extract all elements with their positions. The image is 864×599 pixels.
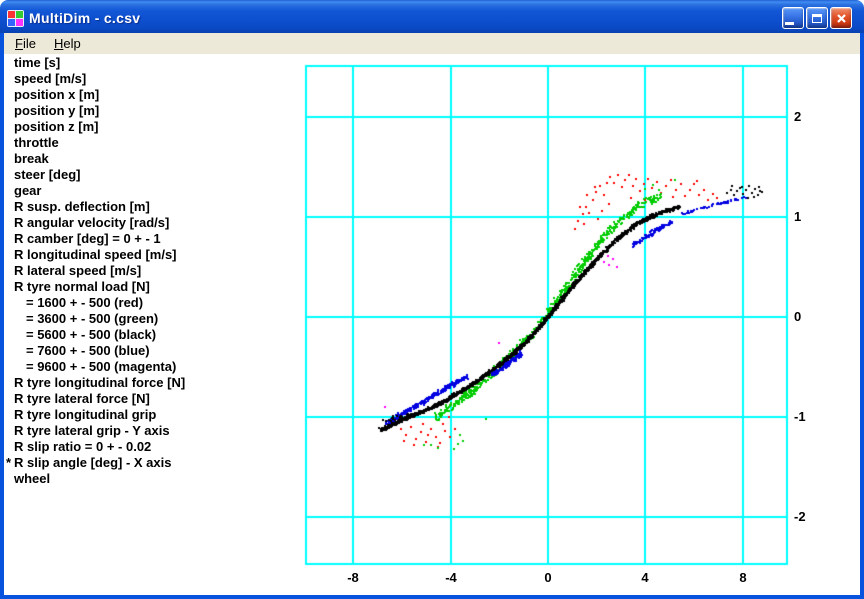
channel-item-label: = 5600 + - 500 (black) [26,327,157,342]
channel-item[interactable]: wheel [14,471,185,487]
channel-item[interactable]: R susp. deflection [m] [14,199,185,215]
channel-item-label: R tyre longitudinal force [N] [14,375,186,390]
window-controls [782,7,852,29]
channel-item-label: position x [m] [14,87,100,102]
channel-item[interactable]: = 5600 + - 500 (black) [14,327,185,343]
channel-item-label: time [s] [14,55,61,70]
minimize-button[interactable] [782,7,804,29]
y-tick-label: -1 [794,409,806,424]
channel-item[interactable]: R angular velocity [rad/s] [14,215,185,231]
title-bar[interactable]: MultiDim - c.csv [0,0,864,33]
x-tick-label: -8 [347,570,359,585]
channel-item[interactable]: = 7600 + - 500 (blue) [14,343,185,359]
minimize-icon [785,22,794,25]
channel-item-label: R tyre longitudinal grip [14,407,157,422]
y-tick-label: 0 [794,309,802,324]
menu-file[interactable]: File [6,34,45,54]
window-border-right [860,33,864,595]
channel-item-label: position z [m] [14,119,99,134]
app-window: MultiDim - c.csv File Help time [s] speed … [0,0,864,599]
channel-item[interactable]: position z [m] [14,119,185,135]
channel-item[interactable]: * R slip angle [deg] - X axis [6,455,185,471]
channel-item[interactable]: steer [deg] [14,167,185,183]
channel-item-label: = 3600 + - 500 (green) [26,311,159,326]
channel-item-label: throttle [14,135,59,150]
y-tick-label: 1 [794,209,802,224]
channel-item[interactable]: R tyre lateral grip - Y axis [14,423,185,439]
x-tick-label: -4 [445,570,457,585]
channel-item[interactable]: = 1600 + - 500 (red) [14,295,185,311]
channel-item[interactable]: = 3600 + - 500 (green) [14,311,185,327]
channel-item-label: R angular velocity [rad/s] [14,215,170,230]
menubar: File Help [4,33,860,54]
channel-item[interactable]: R camber [deg] = 0 + - 1 [14,231,185,247]
channel-item-label: = 1600 + - 500 (red) [26,295,144,310]
client-area: time [s] speed [m/s] position x [m] positio… [4,54,860,595]
x-tick-label: 0 [544,570,552,585]
channel-item-label: break [14,151,49,166]
channel-item[interactable]: R tyre lateral force [N] [14,391,185,407]
selected-x-axis-marker: * [6,455,12,470]
channel-item[interactable]: R tyre longitudinal force [N] [14,375,185,391]
channel-item-label: wheel [14,471,51,486]
channel-list: time [s] speed [m/s] position x [m] positio… [6,55,185,487]
channel-item[interactable]: R slip ratio = 0 + - 0.02 [14,439,185,455]
channel-item-label: steer [deg] [14,167,81,182]
channel-item[interactable]: R lateral speed [m/s] [14,263,185,279]
channel-item-label: gear [14,183,42,198]
window-border-bottom [0,595,864,599]
channel-item-label: R tyre normal load [N] [14,279,150,294]
channel-item-label: = 9600 + - 500 (magenta) [26,359,177,374]
channel-item[interactable]: = 9600 + - 500 (magenta) [14,359,185,375]
app-icon[interactable] [7,9,24,27]
channel-item[interactable]: position x [m] [14,87,185,103]
channel-item-label: speed [m/s] [14,71,87,86]
close-button[interactable] [830,7,852,29]
y-tick-label: 2 [794,109,802,124]
channel-item-label: position y [m] [14,103,100,118]
channel-item[interactable]: position y [m] [14,103,185,119]
x-tick-label: 4 [641,570,649,585]
channel-item[interactable]: R tyre normal load [N] [14,279,185,295]
channel-item[interactable]: R longitudinal speed [m/s] [14,247,185,263]
window-title: MultiDim - c.csv [29,10,141,26]
channel-item-label: = 7600 + - 500 (blue) [26,343,150,358]
channel-item-label: R susp. deflection [m] [14,199,150,214]
menu-help[interactable]: Help [45,34,90,54]
channel-item[interactable]: throttle [14,135,185,151]
channel-item-label: R tyre lateral force [N] [14,391,150,406]
channel-item[interactable]: speed [m/s] [14,71,185,87]
close-icon [836,13,846,23]
maximize-button[interactable] [806,7,828,29]
channel-item[interactable]: gear [14,183,185,199]
maximize-icon [812,13,822,23]
channel-item-label: R slip angle [deg] - X axis [14,455,172,470]
channel-item-label: R tyre lateral grip - Y axis [14,423,170,438]
x-tick-label: 8 [739,570,747,585]
channel-item[interactable]: time [s] [14,55,185,71]
channel-item[interactable]: R tyre longitudinal grip [14,407,185,423]
channel-item[interactable]: break [14,151,185,167]
channel-item-label: R longitudinal speed [m/s] [14,247,177,262]
y-tick-label: -2 [794,509,806,524]
channel-item-label: R slip ratio = 0 + - 0.02 [14,439,152,454]
channel-item-label: R lateral speed [m/s] [14,263,142,278]
channel-item-label: R camber [deg] = 0 + - 1 [14,231,161,246]
